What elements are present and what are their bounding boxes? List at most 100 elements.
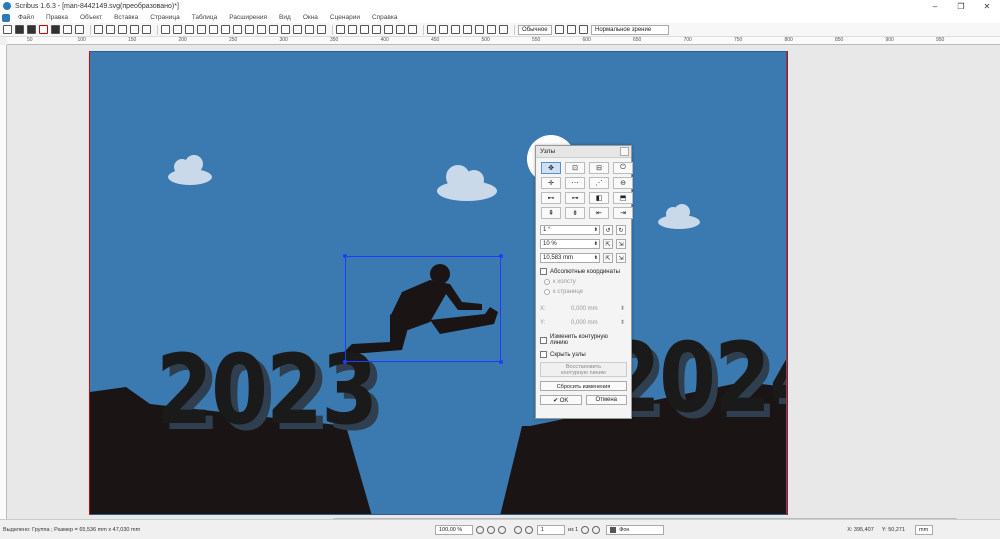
save-icon[interactable]: [27, 25, 36, 34]
polygon-icon[interactable]: [233, 25, 242, 34]
cancel-button[interactable]: Отмена: [585, 395, 627, 405]
copy-properties-icon[interactable]: [396, 25, 405, 34]
shear-down-icon[interactable]: ⇟: [565, 207, 585, 219]
menu-item[interactable]: Объект: [74, 14, 108, 21]
link-frames-icon[interactable]: [360, 25, 369, 34]
menu-script[interactable]: Сценарии: [324, 14, 366, 21]
unit-select[interactable]: mm: [915, 524, 934, 535]
measure-icon[interactable]: [384, 25, 393, 34]
to-page-radio[interactable]: к странице: [536, 289, 631, 295]
reset-control-points-icon[interactable]: ✛: [541, 177, 561, 189]
selection-handle[interactable]: [343, 360, 347, 364]
offset-input[interactable]: 10,583 mm ⬍: [540, 253, 600, 263]
line-icon[interactable]: [269, 25, 278, 34]
link-annotation-icon[interactable]: [499, 25, 508, 34]
layer-select[interactable]: Фон: [606, 524, 665, 535]
selection-handle[interactable]: [499, 360, 503, 364]
add-nodes-icon[interactable]: ⊟: [589, 162, 609, 174]
hide-nodes-checkbox[interactable]: Скрыть узлы: [536, 351, 631, 358]
print-icon[interactable]: [51, 25, 60, 34]
symmetric-handles-icon[interactable]: ⋯: [565, 177, 585, 189]
rotate-ccw-icon[interactable]: ↺: [603, 225, 613, 235]
edit-contents-icon[interactable]: [336, 25, 345, 34]
selection-box[interactable]: [343, 254, 503, 364]
menu-page[interactable]: Страница: [144, 14, 185, 21]
undo-icon[interactable]: [94, 25, 103, 34]
zoom-in-icon[interactable]: [498, 525, 506, 534]
arc-icon[interactable]: [245, 25, 254, 34]
panel-close-icon[interactable]: [620, 147, 629, 156]
reset-this-control-point-icon[interactable]: ⊖: [613, 177, 633, 189]
edit-contour-checkbox[interactable]: Изменить контурную линию: [536, 334, 631, 346]
image-frame-icon[interactable]: [185, 25, 194, 34]
selection-handle[interactable]: [343, 254, 347, 258]
shrink-by-icon[interactable]: ⇲: [616, 253, 626, 263]
zoom-out-icon[interactable]: [476, 525, 484, 534]
zoom-reset-icon[interactable]: [487, 525, 495, 534]
last-page-icon[interactable]: [592, 525, 601, 534]
shear-up-icon[interactable]: ⇞: [541, 207, 561, 219]
vision-select[interactable]: Нормальное зрение: [591, 24, 669, 35]
pdf-combo-box-icon[interactable]: [463, 25, 472, 34]
new-document-icon[interactable]: [3, 25, 12, 34]
rotate-icon[interactable]: [305, 25, 314, 34]
render-mode-select[interactable]: Обычное: [518, 24, 552, 35]
page-number-input[interactable]: 1: [537, 524, 565, 535]
cut-icon[interactable]: [118, 25, 127, 34]
shape-icon[interactable]: [221, 25, 230, 34]
y-input[interactable]: 0,000 mm ⬍: [569, 318, 627, 327]
absolute-coords-checkbox[interactable]: Абсолютные координаты: [536, 268, 631, 275]
asymmetric-handles-icon[interactable]: ⋰: [589, 177, 609, 189]
pdf-checkbox-icon[interactable]: [451, 25, 460, 34]
bezier-icon[interactable]: [281, 25, 290, 34]
selection-handle[interactable]: [499, 254, 503, 258]
restore-contour-button[interactable]: Восстановить контурную линию: [540, 362, 627, 377]
spiral-icon[interactable]: [257, 25, 266, 34]
select-tool-icon[interactable]: [161, 25, 170, 34]
freehand-icon[interactable]: [293, 25, 302, 34]
to-canvas-radio[interactable]: к холсту: [536, 279, 631, 285]
menu-file[interactable]: Файл: [12, 14, 40, 21]
rotate-cw-icon[interactable]: ↻: [616, 225, 626, 235]
mirror-horizontal-icon[interactable]: ◧: [589, 192, 609, 204]
pdf-push-button-icon[interactable]: [427, 25, 436, 34]
unlink-frames-icon[interactable]: [372, 25, 381, 34]
paste-icon[interactable]: [142, 25, 151, 34]
preflight-icon[interactable]: [63, 25, 72, 34]
move-nodes-icon[interactable]: ✥: [541, 162, 561, 174]
x-input[interactable]: 0,000 mm ⬍: [569, 304, 627, 313]
pdf-export-icon[interactable]: [75, 25, 84, 34]
zoom-input[interactable]: 100,00 %: [435, 524, 473, 535]
open-icon[interactable]: [15, 25, 24, 34]
menu-view[interactable]: Вид: [273, 14, 297, 21]
shrink-icon[interactable]: ⇲: [616, 239, 626, 249]
delete-nodes-icon[interactable]: ⏻: [613, 162, 633, 174]
menu-insert[interactable]: Вставка: [108, 14, 144, 21]
move-control-points-icon[interactable]: ⊡: [565, 162, 585, 174]
menu-help[interactable]: Справка: [366, 14, 404, 21]
copy-icon[interactable]: [130, 25, 139, 34]
maximize-icon[interactable]: ❐: [948, 0, 974, 12]
shear-right-icon[interactable]: ⇥: [613, 207, 633, 219]
menu-edit[interactable]: Правка: [40, 14, 74, 21]
render-frame-icon[interactable]: [197, 25, 206, 34]
open-path-icon[interactable]: ⊷: [541, 192, 561, 204]
rotation-input[interactable]: 1 ° ⬍: [540, 225, 600, 235]
close-icon[interactable]: ✕: [974, 0, 1000, 12]
edit-mode-icon[interactable]: [579, 25, 588, 34]
prev-page-icon[interactable]: [525, 525, 533, 534]
redo-icon[interactable]: [106, 25, 115, 34]
nodes-panel-titlebar[interactable]: Узлы: [536, 146, 631, 158]
enlarge-by-icon[interactable]: ⇱: [603, 253, 613, 263]
text-frame-icon[interactable]: [173, 25, 182, 34]
ok-button[interactable]: ✔ OK: [540, 395, 582, 405]
minimize-icon[interactable]: –: [922, 0, 948, 12]
pdf-list-box-icon[interactable]: [475, 25, 484, 34]
next-page-icon[interactable]: [581, 525, 590, 534]
text-annotation-icon[interactable]: [487, 25, 496, 34]
mirror-vertical-icon[interactable]: ⬒: [613, 192, 633, 204]
scale-input[interactable]: 10 % ⬍: [540, 239, 600, 249]
pdf-text-field-icon[interactable]: [439, 25, 448, 34]
zoom-icon[interactable]: [317, 25, 326, 34]
menu-extras[interactable]: Расширения: [223, 14, 273, 21]
